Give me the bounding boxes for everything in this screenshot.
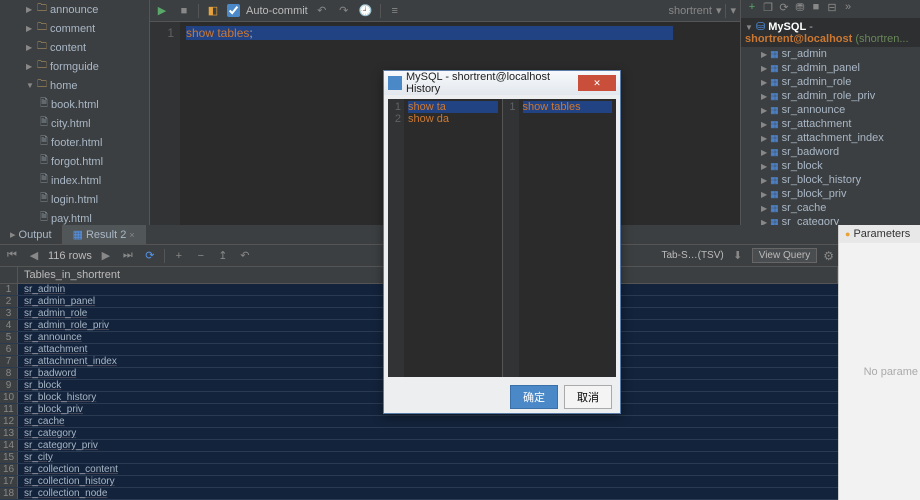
db-collapse-icon[interactable]: ⊟ (825, 1, 839, 17)
db-table-item[interactable]: ▶▦ sr_admin_panel (741, 61, 920, 75)
prev-page-button[interactable]: ◀ (26, 248, 42, 264)
tree-folders: ▶🗀 announce▶🗀 comment▶🗀 content▶🗀 formgu… (0, 0, 149, 95)
gear-icon[interactable]: ⚙ (823, 249, 834, 263)
dialog-titlebar[interactable]: MySQL - shortrent@localhost History ✕ (384, 71, 620, 95)
folder-content[interactable]: ▶🗀 content (0, 38, 149, 57)
table-row[interactable]: 17sr_collection_history (0, 476, 838, 488)
table-row[interactable]: 12sr_cache (0, 416, 838, 428)
parameters-title: Parameters (853, 228, 910, 240)
db-table-item[interactable]: ▶▦ sr_admin_role (741, 75, 920, 89)
row-count: 116 rows (48, 250, 92, 262)
db-table-item[interactable]: ▶▦ sr_block_priv (741, 187, 920, 201)
table-row[interactable]: 18sr_collection_node (0, 488, 838, 500)
folder-comment[interactable]: ▶🗀 comment (0, 19, 149, 38)
database-panel: + ❐ ⟳ ⛃ ■ ⊟ » ▼ ⛁ MySQL - shortrent@loca… (740, 0, 920, 225)
explain-button[interactable]: ◧ (205, 3, 221, 19)
folder-formguide[interactable]: ▶🗀 formguide (0, 57, 149, 76)
dialog-title: MySQL - shortrent@localhost History (406, 71, 574, 95)
redo-button[interactable]: ↷ (336, 3, 352, 19)
history-gutter: 12 (388, 99, 404, 377)
export-button[interactable]: ⬇ (730, 248, 746, 264)
folder-home[interactable]: ▼🗀 home (0, 76, 149, 95)
table-row[interactable]: 13sr_category (0, 428, 838, 440)
export-format[interactable]: Tab-S…(TSV) (661, 250, 723, 261)
db-sync-icon[interactable]: ⟳ (777, 1, 791, 17)
schema-dropdown-icon[interactable]: ▾ (730, 4, 736, 17)
table-row[interactable]: 16sr_collection_content (0, 464, 838, 476)
history-button[interactable]: 🕘 (358, 3, 374, 19)
history-dialog: MySQL - shortrent@localhost History ✕ 12… (383, 70, 621, 414)
dialog-app-icon (388, 76, 402, 90)
last-page-button[interactable]: ⏭ (120, 248, 136, 264)
view-query-button[interactable]: View Query (752, 248, 818, 263)
db-table-item[interactable]: ▶▦ sr_block (741, 159, 920, 173)
db-table-item[interactable]: ▶▦ sr_announce (741, 103, 920, 117)
history-items: show tashow da (404, 99, 502, 377)
project-tree[interactable]: ▶🗀 announce▶🗀 comment▶🗀 content▶🗀 formgu… (0, 0, 150, 225)
delete-row-button[interactable]: − (193, 248, 209, 264)
file-item[interactable]: 🗎 city.html (0, 114, 149, 133)
run-button[interactable]: ▶ (154, 3, 170, 19)
table-row[interactable]: 15sr_city (0, 452, 838, 464)
close-icon[interactable]: × (129, 230, 134, 240)
sql-toolbar: ▶ ■ ◧ Auto-commit ↶ ↷ 🕘 ≡ shortrent ▾ ▾ (150, 0, 740, 22)
next-page-button[interactable]: ▶ (98, 248, 114, 264)
file-item[interactable]: 🗎 index.html (0, 171, 149, 190)
parameters-empty: No parame (839, 243, 920, 500)
db-connection-header[interactable]: ▼ ⛁ MySQL - shortrent@localhost (shortre… (741, 18, 920, 47)
db-more-icon[interactable]: » (841, 1, 855, 17)
db-table-item[interactable]: ▶▦ sr_attachment (741, 117, 920, 131)
file-item[interactable]: 🗎 forgot.html (0, 152, 149, 171)
parameters-panel: ●Parameters No parame (838, 225, 920, 500)
history-preview[interactable]: 1 show tables (503, 99, 617, 377)
stop-button[interactable]: ■ (176, 3, 192, 19)
commit-button[interactable]: ↥ (215, 248, 231, 264)
file-item[interactable]: 🗎 pay.html (0, 209, 149, 225)
dialog-ok-button[interactable]: 确定 (510, 385, 558, 409)
db-stop-icon[interactable]: ■ (809, 1, 823, 17)
add-row-button[interactable]: + (171, 248, 187, 264)
tab-result[interactable]: ▦Result 2× (63, 225, 146, 244)
dialog-close-button[interactable]: ✕ (578, 75, 616, 91)
file-item[interactable]: 🗎 footer.html (0, 133, 149, 152)
undo-button[interactable]: ↶ (314, 3, 330, 19)
datasource-label[interactable]: shortrent (669, 5, 712, 17)
datasource-dropdown-icon[interactable]: ▾ (716, 4, 722, 17)
db-table-item[interactable]: ▶▦ sr_admin_role_priv (741, 89, 920, 103)
dialog-cancel-button[interactable]: 取消 (564, 385, 612, 409)
reload-button[interactable]: ⟳ (142, 248, 158, 264)
db-copy-icon[interactable]: ❐ (761, 1, 775, 17)
tab-output[interactable]: ▸Output (0, 225, 63, 244)
folder-announce[interactable]: ▶🗀 announce (0, 0, 149, 19)
rollback-button[interactable]: ↶ (237, 248, 253, 264)
db-table-item[interactable]: ▶▦ sr_block_history (741, 173, 920, 187)
file-item[interactable]: 🗎 login.html (0, 190, 149, 209)
table-row[interactable]: 14sr_category_priv (0, 440, 838, 452)
db-table-item[interactable]: ▶▦ sr_admin (741, 47, 920, 61)
db-add-icon[interactable]: + (745, 1, 759, 17)
db-table-item[interactable]: ▶▦ sr_badword (741, 145, 920, 159)
db-table-item[interactable]: ▶▦ sr_cache (741, 201, 920, 215)
history-list[interactable]: 12 show tashow da (388, 99, 503, 377)
file-item[interactable]: 🗎 book.html (0, 95, 149, 114)
db-table-item[interactable]: ▶▦ sr_attachment_index (741, 131, 920, 145)
autocommit-checkbox[interactable] (227, 4, 240, 17)
autocommit-label: Auto-commit (246, 5, 308, 17)
settings-button[interactable]: ≡ (387, 3, 403, 19)
first-page-button[interactable]: ⏮ (4, 248, 20, 264)
tree-files: 🗎 book.html🗎 city.html🗎 footer.html🗎 for… (0, 95, 149, 225)
editor-gutter: 1 (150, 22, 180, 225)
db-filter-icon[interactable]: ⛃ (793, 1, 807, 17)
